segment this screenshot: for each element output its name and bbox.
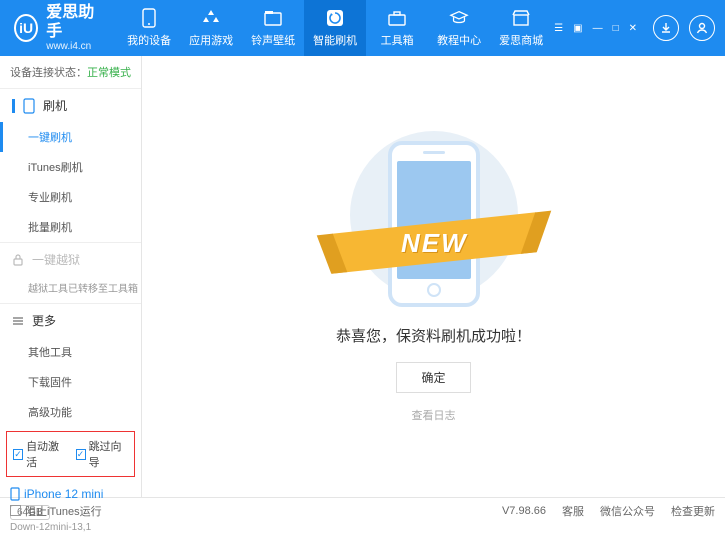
version-label: V7.98.66 xyxy=(502,505,546,517)
maximize-button[interactable]: □ xyxy=(611,23,621,34)
nav-store[interactable]: 爱思商城 xyxy=(490,0,552,56)
window-controls: ☰ ▣ — □ ✕ xyxy=(552,23,639,34)
sidebar-section-flash[interactable]: 刷机 xyxy=(0,89,141,122)
ok-button[interactable]: 确定 xyxy=(396,362,470,393)
toolbox-icon xyxy=(387,8,407,28)
user-icon xyxy=(695,21,709,35)
update-link[interactable]: 检查更新 xyxy=(671,503,715,519)
apps-icon xyxy=(201,8,221,28)
device-name: iPhone 12 mini xyxy=(24,487,103,501)
nav-toolbox[interactable]: 工具箱 xyxy=(366,0,428,56)
connection-status: 设备连接状态：正常模式 xyxy=(0,56,141,88)
nav-label: 教程中心 xyxy=(437,32,481,48)
checkbox-block-itunes[interactable]: 阻止iTunes运行 xyxy=(10,503,102,519)
nav-apps[interactable]: 应用游戏 xyxy=(180,0,242,56)
main-nav: 我的设备 应用游戏 铃声壁纸 智能刷机 工具箱 教程中心 爱思商城 xyxy=(118,0,552,56)
checkbox-icon: ✓ xyxy=(76,449,86,460)
download-icon xyxy=(659,21,673,35)
checkbox-skip-guide[interactable]: ✓ 跳过向导 xyxy=(76,438,129,470)
logo: iU 爱思助手 www.i4.cn xyxy=(14,3,100,53)
device-model: Down-12mini-13,1 xyxy=(10,522,131,533)
sidebar-item-batch-flash[interactable]: 批量刷机 xyxy=(28,212,141,242)
app-title: 爱思助手 xyxy=(46,3,100,41)
sidebar: 设备连接状态：正常模式 刷机 一键刷机 iTunes刷机 专业刷机 批量刷机 一… xyxy=(0,56,142,497)
phone-icon xyxy=(10,487,20,501)
view-log-link[interactable]: 查看日志 xyxy=(412,407,456,423)
sidebar-item-pro-flash[interactable]: 专业刷机 xyxy=(28,182,141,212)
nav-tutorials[interactable]: 教程中心 xyxy=(428,0,490,56)
ribbon-text: NEW xyxy=(400,227,467,258)
more-icon xyxy=(12,315,24,327)
nav-label: 我的设备 xyxy=(127,32,171,48)
sidebar-section-jailbreak[interactable]: 一键越狱 xyxy=(0,243,141,276)
skin-icon[interactable]: ▣ xyxy=(571,23,584,34)
sidebar-item-advanced[interactable]: 高级功能 xyxy=(28,397,141,427)
sidebar-item-oneclick-flash[interactable]: 一键刷机 xyxy=(28,122,141,152)
store-icon xyxy=(511,8,531,28)
nav-label: 应用游戏 xyxy=(189,32,233,48)
nav-label: 爱思商城 xyxy=(499,32,543,48)
nav-flash[interactable]: 智能刷机 xyxy=(304,0,366,56)
checkbox-auto-activate[interactable]: ✓ 自动激活 xyxy=(13,438,66,470)
sidebar-jailbreak-note: 越狱工具已转移至工具箱 xyxy=(28,276,141,303)
graduation-icon xyxy=(449,8,469,28)
app-url: www.i4.cn xyxy=(46,41,100,53)
main-content: NEW 恭喜您，保资料刷机成功啦！ 确定 查看日志 xyxy=(142,56,725,497)
download-button[interactable] xyxy=(653,15,679,41)
phone-icon xyxy=(23,98,35,114)
phone-icon xyxy=(139,8,159,28)
menu-icon[interactable]: ☰ xyxy=(552,23,565,34)
flash-options: ✓ 自动激活 ✓ 跳过向导 xyxy=(6,431,135,477)
nav-my-device[interactable]: 我的设备 xyxy=(118,0,180,56)
nav-label: 工具箱 xyxy=(381,32,414,48)
lock-icon xyxy=(12,253,24,267)
close-button[interactable]: ✕ xyxy=(627,23,639,34)
sidebar-item-other-tools[interactable]: 其他工具 xyxy=(28,337,141,367)
nav-label: 智能刷机 xyxy=(313,32,357,48)
sidebar-item-download-fw[interactable]: 下载固件 xyxy=(28,367,141,397)
wechat-link[interactable]: 微信公众号 xyxy=(600,503,655,519)
header-right: ☰ ▣ — □ ✕ xyxy=(552,15,715,41)
checkbox-icon: ✓ xyxy=(13,449,23,460)
sidebar-item-itunes-flash[interactable]: iTunes刷机 xyxy=(28,152,141,182)
sidebar-section-more[interactable]: 更多 xyxy=(0,304,141,337)
folder-icon xyxy=(263,8,283,28)
logo-icon: iU xyxy=(14,14,38,42)
service-link[interactable]: 客服 xyxy=(562,503,584,519)
nav-ringtones[interactable]: 铃声壁纸 xyxy=(242,0,304,56)
refresh-icon xyxy=(325,8,345,28)
success-message: 恭喜您，保资料刷机成功啦！ xyxy=(336,325,531,346)
user-button[interactable] xyxy=(689,15,715,41)
checkbox-icon xyxy=(10,505,21,516)
nav-label: 铃声壁纸 xyxy=(251,32,295,48)
minimize-button[interactable]: — xyxy=(591,23,605,34)
success-illustration: NEW xyxy=(344,131,524,299)
app-header: iU 爱思助手 www.i4.cn 我的设备 应用游戏 铃声壁纸 智能刷机 工具… xyxy=(0,0,725,56)
